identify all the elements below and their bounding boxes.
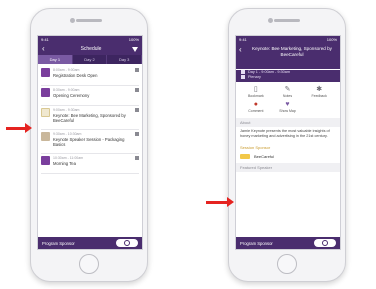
session-thumbnail [41, 68, 50, 77]
session-meta: Day 1 - 9:00am - 9:30am Plenary [236, 70, 340, 82]
session-name: Keynote Speaker Session - Packaging Basi… [53, 137, 125, 147]
session-time: 9:30am - 10:30am [53, 132, 82, 136]
speaker-photo [41, 132, 50, 141]
phone-schedule: 9:41 100% ‹ Schedule Day 1 Day 2 Day 3 8… [30, 8, 148, 282]
about-text: Jamie Keynote presents the most valuable… [240, 129, 330, 138]
bookmark-icon[interactable] [135, 68, 139, 72]
action-label: Feedback [311, 94, 327, 98]
bookmark-icon[interactable] [135, 132, 139, 136]
action-label: Notes [282, 94, 293, 98]
action-label: Comment [248, 109, 264, 113]
session-name: Opening Ceremony [53, 93, 90, 98]
session-detail-screen: 9:41 100% ‹ Keynote: Bee Marketing, Spon… [235, 35, 341, 250]
day-tabs: Day 1 Day 2 Day 3 [38, 55, 142, 64]
page-title: Schedule [80, 46, 102, 52]
session-location: Plenary [248, 75, 261, 79]
location-icon [241, 75, 245, 79]
camera [268, 18, 273, 23]
session-sponsor-row[interactable]: BeeCareful [236, 152, 340, 163]
beecareful-logo [240, 154, 250, 159]
comment-button[interactable]: ● Comment [240, 101, 272, 113]
session-thumbnail [41, 88, 50, 97]
tab-day-2[interactable]: Day 2 [73, 55, 108, 64]
comment-icon: ● [253, 101, 258, 108]
program-sponsor-bar[interactable]: Program Sponsor [38, 237, 142, 249]
sponsor-logo [116, 239, 138, 247]
home-button [277, 254, 297, 274]
speaker-grille [76, 19, 102, 22]
list-item[interactable]: 8:00am - 9:00am Registration Desk Open [41, 66, 139, 86]
action-grid: ▯ Bookmark ✎ Notes ✱ Feedback ● Comment … [236, 82, 340, 118]
feedback-icon: ✱ [316, 86, 323, 93]
featured-heading: Featured Speaker [236, 163, 340, 172]
action-label: Bookmark [247, 94, 264, 98]
session-datetime: Day 1 - 9:00am - 9:30am [248, 70, 290, 74]
status-bar: 9:41 100% [38, 36, 142, 43]
feedback-button[interactable]: ✱ Feedback [303, 86, 335, 98]
footer-label: Program Sponsor [240, 240, 273, 246]
status-battery: 100% [326, 37, 337, 42]
status-time: 9:41 [41, 37, 49, 42]
back-arrow-icon[interactable]: ‹ [239, 46, 242, 54]
list-item[interactable]: 9:00am - 9:30am Keynote: Bee Marketing, … [41, 106, 139, 130]
status-battery: 100% [128, 37, 139, 42]
sponsor-name: BeeCareful [254, 154, 275, 159]
bookmark-icon[interactable] [135, 156, 139, 160]
session-sponsor-heading: Session Sponsor [240, 145, 271, 150]
list-item[interactable]: 8:30am - 9:00am Opening Ceremony [41, 86, 139, 106]
bookmark-icon[interactable] [135, 88, 139, 92]
app-bar: ‹ Schedule [38, 43, 142, 55]
schedule-list: 8:00am - 9:00am Registration Desk Open 8… [38, 64, 142, 176]
session-name: Morning Tea [53, 161, 76, 166]
show-map-button[interactable]: ♥ Show Map [272, 101, 304, 113]
phone-session-detail: 9:41 100% ‹ Keynote: Bee Marketing, Spon… [228, 8, 346, 282]
calendar-icon [241, 70, 245, 74]
sponsor-logo-thumbnail [41, 108, 50, 117]
action-label: Show Map [279, 109, 296, 113]
session-name: Registration Desk Open [53, 73, 98, 78]
status-time: 9:41 [239, 37, 247, 42]
session-time: 9:00am - 9:30am [53, 108, 80, 112]
notes-button[interactable]: ✎ Notes [272, 86, 304, 98]
camera [70, 18, 75, 23]
list-item[interactable]: 10:30am - 11:00am Morning Tea [41, 154, 139, 174]
filter-icon[interactable] [132, 46, 138, 52]
schedule-screen: 9:41 100% ‹ Schedule Day 1 Day 2 Day 3 8… [37, 35, 143, 250]
session-thumbnail [41, 156, 50, 165]
tab-day-3[interactable]: Day 3 [107, 55, 142, 64]
tab-day-1[interactable]: Day 1 [38, 55, 73, 64]
session-name: Keynote: Bee Marketing, Sponsored by Bee… [53, 113, 126, 123]
bookmark-button[interactable]: ▯ Bookmark [240, 86, 272, 98]
bookmark-icon: ▯ [253, 86, 258, 93]
footer-label: Program Sponsor [42, 240, 75, 246]
session-time: 8:00am - 9:00am [53, 68, 80, 72]
pencil-icon: ✎ [284, 86, 291, 93]
bookmark-icon[interactable] [135, 108, 139, 112]
session-title: Keynote: Bee Marketing, Sponsored by Bee… [252, 46, 332, 57]
session-time: 8:30am - 9:00am [53, 88, 80, 92]
back-arrow-icon[interactable]: ‹ [42, 45, 50, 53]
map-pin-icon: ♥ [285, 101, 290, 108]
sponsor-logo [314, 239, 336, 247]
list-item[interactable]: 9:30am - 10:30am Keynote Speaker Session… [41, 130, 139, 154]
about-heading: About [236, 118, 340, 127]
speaker-grille [274, 19, 300, 22]
session-time: 10:30am - 11:00am [53, 156, 84, 160]
detail-header: ‹ Keynote: Bee Marketing, Sponsored by B… [236, 43, 340, 69]
program-sponsor-bar[interactable]: Program Sponsor [236, 237, 340, 249]
status-bar: 9:41 100% [236, 36, 340, 43]
home-button [79, 254, 99, 274]
